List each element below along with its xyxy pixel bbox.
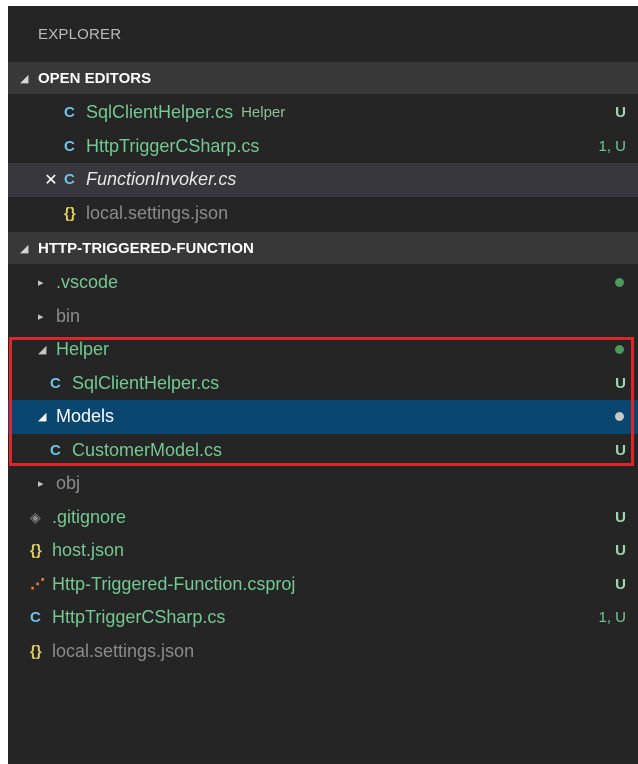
project-header[interactable]: ◢ HTTP-TRIGGERED-FUNCTION [8, 232, 638, 264]
tree-folder-obj[interactable]: ▸ obj [8, 467, 638, 501]
tree-folder-models[interactable]: ◢ Models [8, 400, 638, 434]
tree-file-csproj[interactable]: ⋰ Http-Triggered-Function.csproj U [8, 568, 638, 602]
chevron-down-icon: ◢ [38, 344, 47, 357]
git-status-badge: U [615, 374, 626, 392]
git-status-badge: U [615, 441, 626, 459]
open-editor-label: local.settings.json [86, 202, 229, 223]
project-header-label: HTTP-TRIGGERED-FUNCTION [38, 239, 254, 257]
git-status-badge: U [615, 542, 626, 560]
open-editors-header[interactable]: ◢ OPEN EDITORS [8, 62, 638, 94]
open-editor-item-sqlclienthelper[interactable]: C SqlClientHelper.cs Helper U [8, 96, 638, 130]
tree-file-hostjson[interactable]: {} host.json U [8, 534, 638, 568]
tree-file-localsettings[interactable]: {} local.settings.json [8, 635, 638, 669]
tree-item-label: obj [56, 473, 81, 494]
tree-item-label: bin [56, 305, 81, 326]
close-editor-icon[interactable]: ✕ [38, 170, 64, 190]
git-icon: ◈ [30, 508, 41, 525]
collapse-arrow-icon: ◢ [20, 242, 29, 255]
tree-item-label: HttpTriggerCSharp.cs [52, 607, 226, 628]
modified-dot-icon [615, 278, 624, 288]
tree-item-label: Helper [56, 339, 110, 360]
json-file-icon: {} [30, 642, 42, 660]
csharp-file-icon: C [50, 441, 61, 459]
open-editor-label: HttpTriggerCSharp.cs [86, 135, 260, 156]
tree-item-label: SqlClientHelper.cs [72, 372, 220, 393]
csharp-file-icon: C [50, 374, 61, 392]
tree-item-label: .gitignore [52, 506, 127, 527]
chevron-down-icon: ◢ [38, 411, 47, 424]
open-editor-folder-description: Helper [241, 104, 286, 122]
collapse-arrow-icon: ◢ [20, 72, 29, 85]
tree-item-label: Http-Triggered-Function.csproj [52, 573, 296, 594]
modified-dot-icon [615, 345, 624, 355]
csharp-file-icon: C [64, 171, 75, 189]
tree-item-label: CustomerModel.cs [72, 439, 223, 460]
open-editor-item-functioninvoker[interactable]: ✕ C FunctionInvoker.cs [8, 163, 638, 197]
tree-folder-vscode[interactable]: ▸ .vscode [8, 266, 638, 300]
git-status-badge: U [615, 575, 626, 593]
tree-file-customermodel[interactable]: C CustomerModel.cs U [8, 434, 638, 468]
git-status-badge: U [615, 508, 626, 526]
tree-item-label: host.json [52, 540, 125, 561]
tree-item-label: .vscode [56, 272, 119, 293]
csharp-file-icon: C [64, 137, 75, 155]
json-file-icon: {} [30, 542, 42, 560]
csharp-file-icon: C [30, 609, 41, 627]
open-editors-header-label: OPEN EDITORS [38, 69, 152, 87]
chevron-right-icon: ▸ [38, 478, 44, 491]
open-editor-item-httptriggercsharp[interactable]: C HttpTriggerCSharp.cs 1, U [8, 130, 638, 164]
tree-folder-helper[interactable]: ◢ Helper [8, 333, 638, 367]
chevron-right-icon: ▸ [38, 310, 44, 323]
git-status-badge: U [615, 104, 626, 122]
modified-dot-icon [615, 412, 624, 422]
git-status-badge: 1, U [598, 137, 626, 155]
csharp-file-icon: C [64, 104, 75, 122]
tree-folder-bin[interactable]: ▸ bin [8, 300, 638, 334]
open-editor-label: SqlClientHelper.cs [86, 102, 234, 123]
open-editor-label: FunctionInvoker.cs [86, 169, 237, 190]
explorer-title: EXPLORER [38, 25, 122, 43]
tree-item-label: Models [56, 406, 115, 427]
explorer-panel: EXPLORER ◢ OPEN EDITORS C SqlClientHelpe… [8, 6, 638, 764]
tree-file-sqlclienthelper[interactable]: C SqlClientHelper.cs U [8, 367, 638, 401]
tree-file-httptriggercsharp[interactable]: C HttpTriggerCSharp.cs 1, U [8, 601, 638, 635]
open-editor-item-localsettings[interactable]: {} local.settings.json [8, 197, 638, 231]
json-file-icon: {} [64, 204, 76, 222]
chevron-right-icon: ▸ [38, 277, 44, 290]
tree-item-label: local.settings.json [52, 640, 195, 661]
git-status-badge: 1, U [598, 609, 626, 627]
rss-project-icon: ⋰ [30, 576, 45, 594]
tree-file-gitignore[interactable]: ◈ .gitignore U [8, 501, 638, 535]
